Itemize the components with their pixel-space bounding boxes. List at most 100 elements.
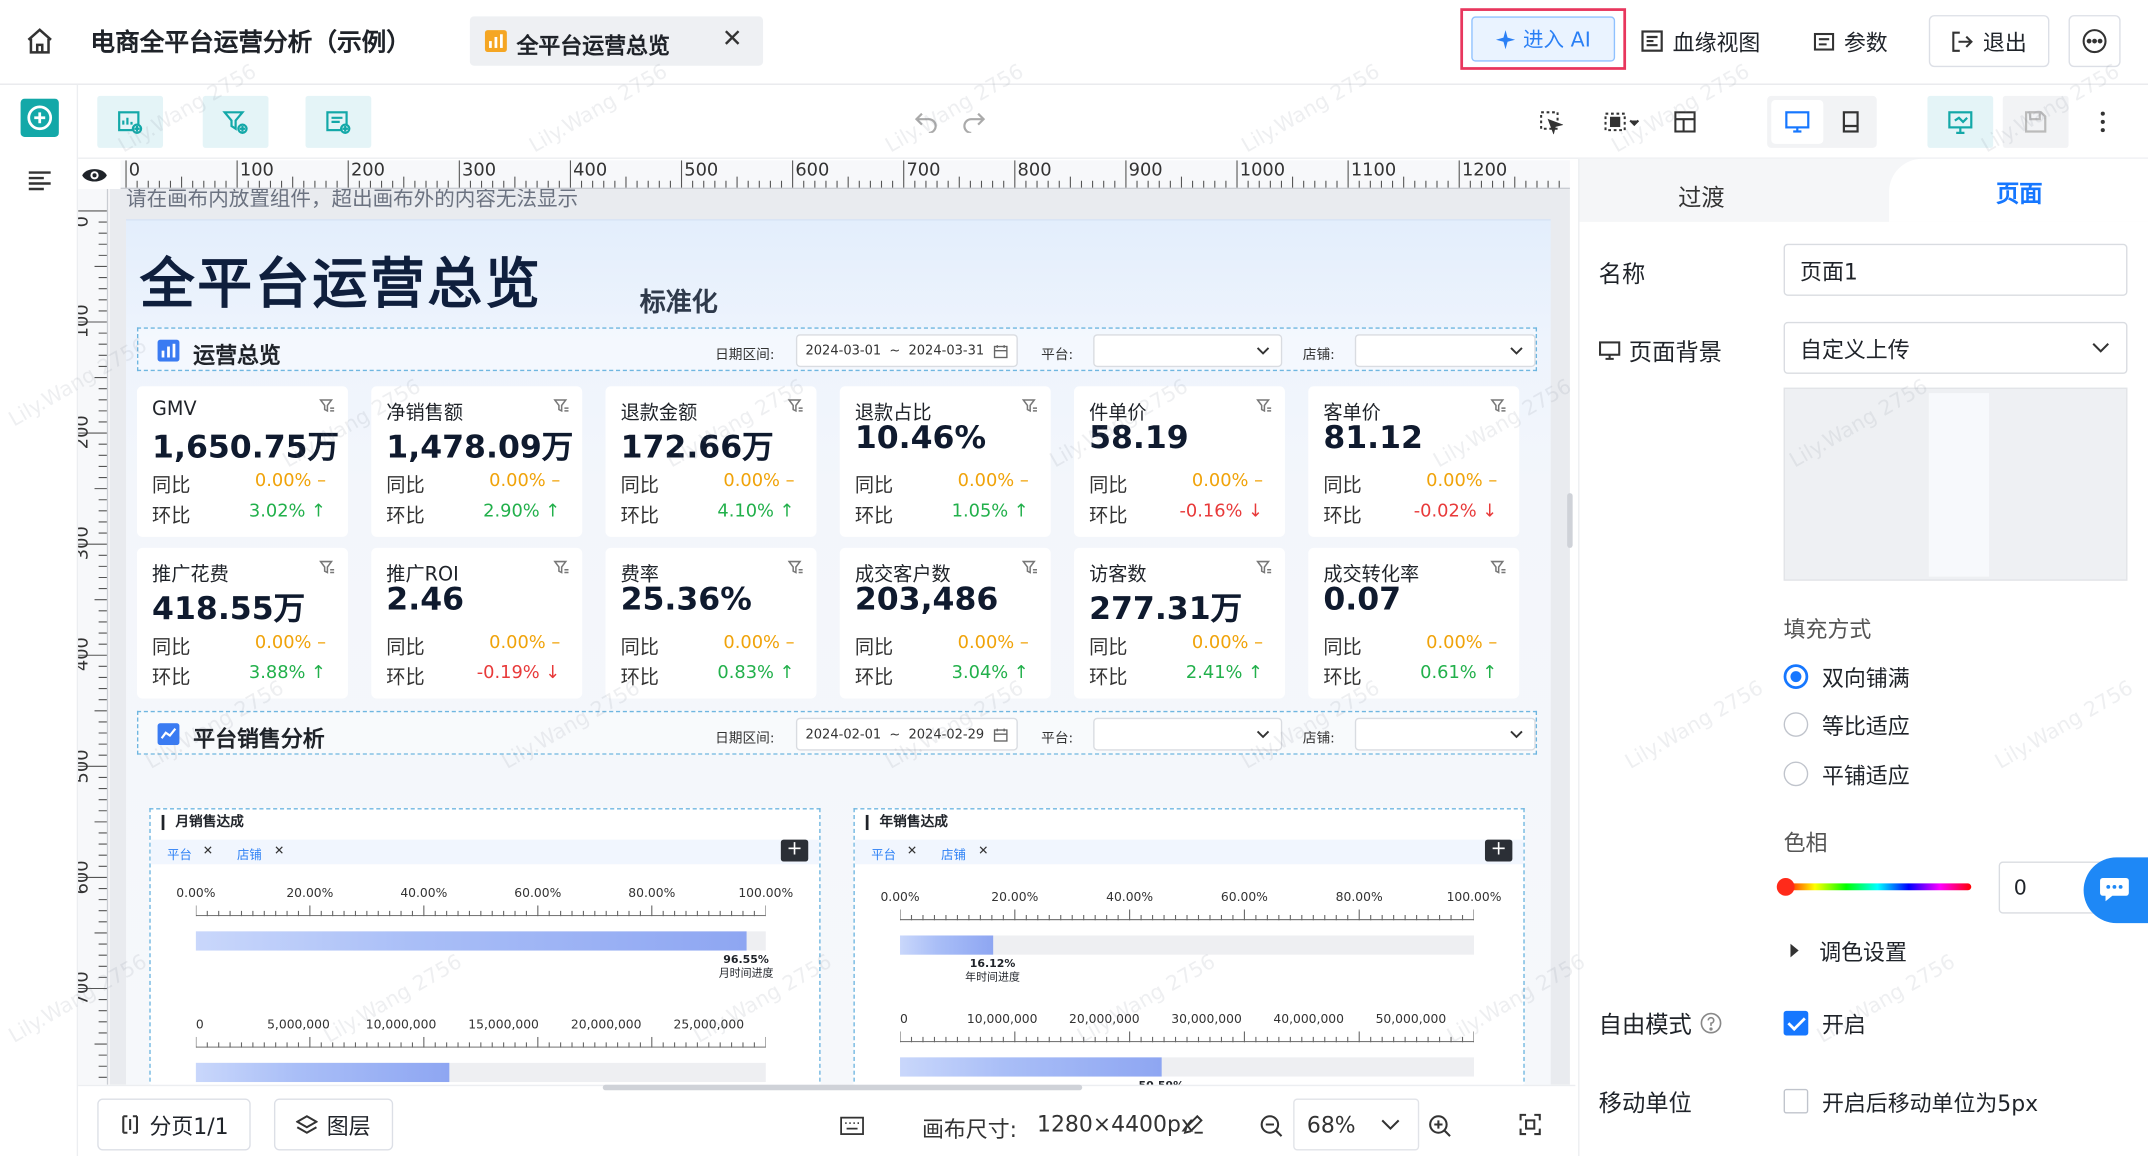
kpi-card[interactable]: 退款金额 172.66万 同比 0.00% – 环比 4.10% ↑ xyxy=(605,386,817,537)
background-preview[interactable] xyxy=(1783,387,2128,581)
lineage-view-button[interactable]: 血缘视图 xyxy=(1640,19,1760,63)
fit-screen-icon[interactable] xyxy=(1519,1113,1541,1136)
tab-overview[interactable]: 全平台运营总览 ✕ xyxy=(469,16,764,66)
mobile-view-button[interactable] xyxy=(1827,100,1874,144)
add-filter-plus-icon[interactable]: + xyxy=(1484,839,1513,862)
platform-select[interactable] xyxy=(1093,717,1283,751)
free-mode-checkbox[interactable]: 开启 xyxy=(1783,1007,1866,1040)
filter-icon[interactable] xyxy=(1021,399,1038,414)
background-select[interactable]: 自定义上传 xyxy=(1783,321,2128,374)
color-settings-toggle[interactable]: 调色设置 xyxy=(1789,934,1907,967)
store-select[interactable] xyxy=(1354,717,1536,751)
date-range-picker[interactable]: 2024-02-01 ~ 2024-02-29 xyxy=(795,717,1018,751)
chip-store[interactable]: 店铺 xyxy=(941,845,966,863)
section-platform-sales[interactable]: 平台销售分析 日期区间: 2024-02-01 ~ 2024-02-29 平台:… xyxy=(136,710,1538,755)
filter-icon[interactable] xyxy=(1490,560,1506,575)
chip-remove-icon[interactable]: ✕ xyxy=(978,845,988,859)
tab-transition[interactable]: 过渡 xyxy=(1678,178,1725,212)
store-select[interactable] xyxy=(1354,334,1536,368)
sales-panel-month[interactable]: 月销售达成 平台 ✕ 店铺 ✕ +0.00% 20.00% 40.00% 60.00% 80.00… xyxy=(149,808,821,1085)
align-tool-button[interactable] xyxy=(1599,105,1646,138)
chip-remove-icon[interactable]: ✕ xyxy=(274,845,284,859)
tab-page[interactable]: 页面 xyxy=(1889,158,2148,222)
filter-icon[interactable] xyxy=(553,399,569,414)
filter-icon[interactable] xyxy=(1490,399,1506,414)
radio[interactable] xyxy=(1783,761,1809,787)
chip-remove-icon[interactable]: ✕ xyxy=(907,845,917,859)
edit-icon[interactable] xyxy=(1182,1114,1204,1136)
more-button[interactable] xyxy=(2068,15,2121,68)
kpi-card[interactable]: 推广花费 418.55万 同比 0.00% – 环比 3.88% ↑ xyxy=(136,547,348,699)
kpi-card[interactable]: 客单价 81.12 同比 0.00% – 环比 -0.02% ↓ xyxy=(1308,386,1520,537)
hue-slider[interactable] xyxy=(1776,877,1972,896)
chip-store[interactable]: 店铺 xyxy=(237,845,262,863)
radio-selected[interactable] xyxy=(1783,664,1809,689)
select-tool-button[interactable] xyxy=(1534,105,1567,138)
checkbox[interactable] xyxy=(1783,1088,1809,1114)
toolbar-more-button[interactable] xyxy=(2086,105,2119,138)
kpi-card[interactable]: GMV 1,650.75万 同比 0.00% – 环比 3.02% ↑ xyxy=(136,386,348,537)
exit-button[interactable]: 退出 xyxy=(1928,15,2050,68)
zoom-select[interactable]: 68% xyxy=(1293,1098,1420,1151)
add-component-icon[interactable] xyxy=(20,98,59,137)
home-icon[interactable] xyxy=(25,26,55,56)
chip-remove-icon[interactable]: ✕ xyxy=(203,845,213,859)
redo-button[interactable] xyxy=(958,105,991,138)
kpi-card[interactable]: 推广ROI 2.46 同比 0.00% – 环比 -0.19% ↓ xyxy=(371,547,583,699)
enter-ai-button[interactable]: 进入 AI xyxy=(1471,16,1616,62)
preview-button[interactable] xyxy=(1927,95,1994,148)
fill-option-both[interactable]: 双向铺满 xyxy=(1783,660,1910,693)
move-unit-checkbox[interactable]: 开启后移动单位为5px xyxy=(1783,1085,2038,1118)
add-filter-button[interactable] xyxy=(202,95,269,148)
filter-icon[interactable] xyxy=(553,560,569,575)
radio[interactable] xyxy=(1783,712,1809,737)
horizontal-scrollbar[interactable] xyxy=(602,1084,1083,1091)
kpi-card[interactable]: 成交客户数 203,486 同比 0.00% – 环比 3.04% ↑ xyxy=(839,547,1051,699)
filter-icon[interactable] xyxy=(1256,399,1272,414)
zoom-in-icon[interactable] xyxy=(1427,1114,1452,1139)
kpi-card[interactable]: 费率 25.36% 同比 0.00% – 环比 0.83% ↑ xyxy=(605,547,817,699)
help-icon[interactable] xyxy=(1700,1011,1722,1033)
platform-select[interactable] xyxy=(1093,334,1283,368)
sales-panel-year[interactable]: 年销售达成 平台 ✕ 店铺 ✕ +0.00% 20.00% 40.00% 60.00% 80.00… xyxy=(853,808,1525,1085)
zoom-out-icon[interactable] xyxy=(1259,1114,1284,1139)
keyboard-icon[interactable] xyxy=(840,1116,865,1135)
add-text-button[interactable] xyxy=(305,95,372,148)
design-canvas[interactable]: 请在画布内放置组件，超出画布外的内容无法显示 全平台运营总览 标准化 运营总览 … xyxy=(109,189,1570,1085)
chat-assistant-button[interactable] xyxy=(2083,857,2148,924)
hue-slider-handle[interactable] xyxy=(1776,877,1795,896)
kpi-card[interactable]: 件单价 58.19 同比 0.00% – 环比 -0.16% ↓ xyxy=(1074,386,1285,537)
undo-button[interactable] xyxy=(910,105,943,138)
pages-button[interactable]: 分页1/1 xyxy=(97,1098,251,1151)
filter-icon[interactable] xyxy=(1021,560,1038,575)
kpi-card[interactable]: 访客数 277.31万 同比 0.00% – 环比 2.41% ↑ xyxy=(1074,547,1285,699)
vertical-scrollbar[interactable] xyxy=(1567,493,1573,548)
chip-platform[interactable]: 平台 xyxy=(871,845,896,863)
kpi-card[interactable]: 退款占比 10.46% 同比 0.00% – 环比 1.05% ↑ xyxy=(839,386,1051,537)
desktop-view-button[interactable] xyxy=(1771,99,1824,144)
fill-option-ratio[interactable]: 等比适应 xyxy=(1783,708,1910,741)
page-name-input[interactable]: 页面1 xyxy=(1783,243,2128,296)
outline-icon[interactable] xyxy=(27,170,52,192)
filter-icon[interactable] xyxy=(319,399,335,414)
filter-icon[interactable] xyxy=(1256,560,1272,575)
kpi-card[interactable]: 成交转化率 0.07 同比 0.00% – 环比 0.61% ↑ xyxy=(1308,547,1520,699)
dashboard-page[interactable]: 全平台运营总览 标准化 运营总览 日期区间: 2024-03-01 ~ 2024… xyxy=(126,219,1551,1085)
save-button[interactable] xyxy=(2002,95,2069,148)
add-filter-plus-icon[interactable]: + xyxy=(780,839,809,862)
add-chart-button[interactable] xyxy=(97,95,164,148)
checkbox-checked[interactable] xyxy=(1783,1010,1809,1036)
filter-icon[interactable] xyxy=(787,560,803,575)
layers-button[interactable]: 图层 xyxy=(273,1098,394,1151)
layout-tool-button[interactable] xyxy=(1669,105,1702,138)
close-icon[interactable]: ✕ xyxy=(722,25,743,54)
eye-icon[interactable] xyxy=(81,163,108,188)
filter-icon[interactable] xyxy=(787,399,803,414)
section-operations-overview[interactable]: 运营总览 日期区间: 2024-03-01 ~ 2024-03-31 平台: 店… xyxy=(136,327,1538,372)
chip-platform[interactable]: 平台 xyxy=(167,845,192,863)
fill-option-tile[interactable]: 平铺适应 xyxy=(1783,757,1910,790)
params-button[interactable]: 参数 xyxy=(1812,19,1888,63)
kpi-card[interactable]: 净销售额 1,478.09万 同比 0.00% – 环比 2.90% ↑ xyxy=(371,386,583,537)
filter-icon[interactable] xyxy=(319,560,335,575)
date-range-picker[interactable]: 2024-03-01 ~ 2024-03-31 xyxy=(795,334,1018,368)
